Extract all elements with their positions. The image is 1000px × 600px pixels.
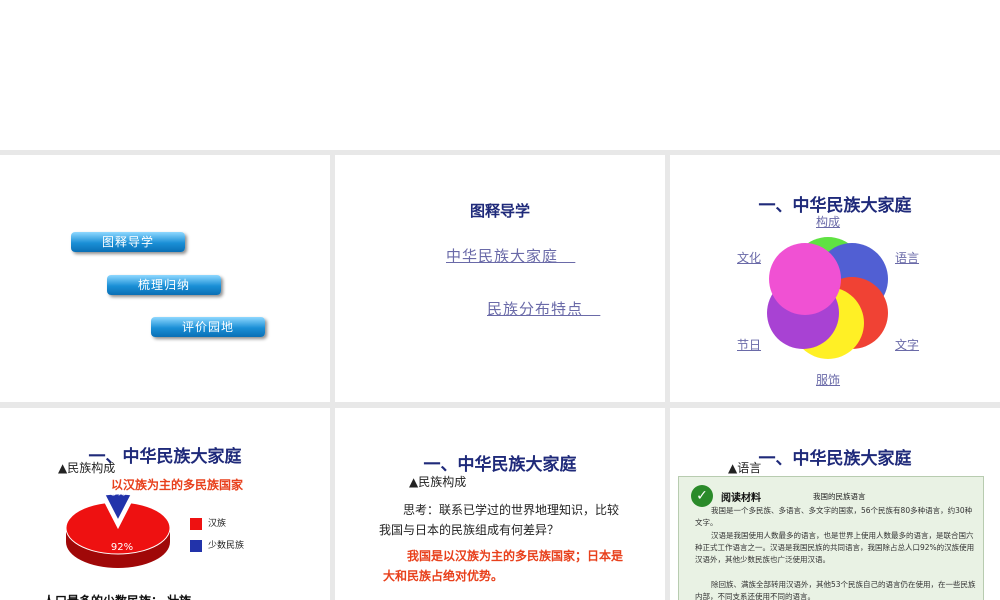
legend-label: 少数民族 <box>208 541 245 551</box>
footer-zhuang: 人口最多的少数民族： 壮族 <box>43 592 191 600</box>
paragraph-3: 除回族、满族全部转用汉语外，其他53个民族自己的语言仍在使用，在一些民族内部，不… <box>695 580 976 600</box>
legend-minority: 少数民族 <box>190 538 244 552</box>
slide-thumbnail-6[interactable]: 一、中华民族大家庭 ▲语言 ✓ 阅读材料 我国的民族语言 我国是一个多民族、多语… <box>670 408 1000 600</box>
legend-swatch-han <box>190 517 202 530</box>
pie-chart: 8% 92% <box>65 488 171 568</box>
checkmark-icon: ✓ <box>691 485 713 507</box>
answer-text: 我国是以汉族为主的多民族国家；日本是大和民族占绝对优势。 <box>383 549 624 583</box>
blank-top-area <box>0 0 1000 150</box>
legend-swatch-minority <box>190 539 202 552</box>
nav-button-summary[interactable]: 梳理归纳 <box>107 275 221 295</box>
slide-thumbnail-4[interactable]: 一、中华民族大家庭 ▲民族构成 以汉族为主的多民族国家 8% 92% 汉族 少数民… <box>0 408 330 600</box>
link-chinese-nation-family[interactable]: 中华民族大家庭 <box>446 245 575 266</box>
six-petal-diagram <box>767 237 888 359</box>
slide-title: 一、中华民族大家庭 <box>758 449 912 469</box>
bullet-text: 语言 <box>737 461 762 475</box>
slide-thumbnail-2[interactable]: 图释导学 中华民族大家庭 民族分布特点 <box>335 155 665 402</box>
thinking-question: 思考：联系已学过的世界地理知识，比较我国与日本的民族组成有何差异？ <box>379 503 620 537</box>
legend-label: 汉族 <box>208 519 227 529</box>
slide-thumbnail-3[interactable]: 一、中华民族大家庭 构成 文化 语言 节日 文字 服饰 <box>670 155 1000 402</box>
slide-title: 图释导学 <box>469 202 530 220</box>
link-label: 民族分布特点 <box>487 300 584 318</box>
bullet-language: ▲语言 <box>728 461 762 475</box>
legend-han: 汉族 <box>190 516 226 530</box>
pie-data-label: 8% <box>110 488 126 499</box>
slide-thumbnail-1[interactable]: 图释导学 梳理归纳 评价园地 <box>0 155 330 402</box>
link-label: 中华民族大家庭 <box>446 247 559 265</box>
bullet-text: 民族构成 <box>418 475 467 489</box>
bullet-ethnic-composition: ▲民族构成 <box>409 475 467 489</box>
link-distribution-features[interactable]: 民族分布特点 <box>487 298 600 319</box>
slide-title: 一、中华民族大家庭 <box>423 455 577 475</box>
paragraph-2: 汉语是我国使用人数最多的语言，也是世界上使用人数最多的语言，是联合国六种正式工作… <box>695 531 975 564</box>
article-title: 我国的民族语言 <box>813 492 866 501</box>
slide-thumbnail-5[interactable]: 一、中华民族大家庭 ▲民族构成 思考：联系已学过的世界地理知识，比较我国与日本的… <box>335 408 665 600</box>
reading-material-card: ✓ 阅读材料 我国的民族语言 我国是一个多民族、多语言、多文字的国家，56个民族… <box>678 476 984 600</box>
nav-button-evaluation[interactable]: 评价园地 <box>151 317 265 337</box>
petal-pink <box>769 243 841 315</box>
reading-label: 阅读材料 <box>721 493 761 504</box>
nav-button-guide[interactable]: 图释导学 <box>71 232 185 252</box>
pie-data-label: 92% <box>111 542 133 553</box>
paragraph-1: 我国是一个多民族、多语言、多文字的国家，56个民族有80多种语言，约30种文字。 <box>695 506 973 527</box>
